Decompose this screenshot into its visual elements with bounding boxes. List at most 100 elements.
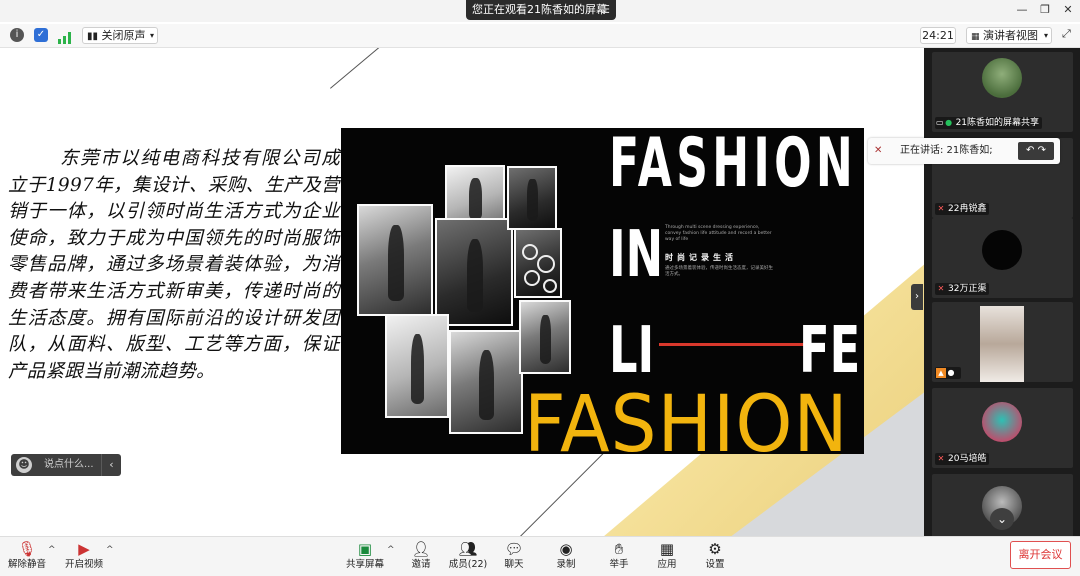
meeting-window: 您正在观看21陈香如的屏幕 ☰ — ❐ ✕ i ✓ ▮▮ 关闭原声 ▾ 24:2…	[0, 0, 1080, 576]
chat-button[interactable]: 💬︎ 聊天	[498, 540, 530, 576]
apps-button[interactable]: ▦ 应用	[651, 540, 683, 576]
original-sound-label: 关闭原声	[101, 29, 146, 42]
share-screen-label: 共享屏幕	[345, 559, 384, 570]
close-icon[interactable]: ✕	[1060, 3, 1076, 17]
participant-name: ✕ 22冉锐鑫	[935, 203, 990, 215]
invite-label: 邀请	[411, 559, 431, 570]
photo-woman-bag	[357, 204, 433, 316]
photo-headscarf	[435, 218, 513, 326]
apps-grid-icon: ▦	[659, 540, 675, 558]
add-user-icon: 👤︎	[411, 540, 431, 558]
slide-title-li: LI	[609, 314, 655, 388]
video-off-icon: ▶︎	[78, 540, 90, 558]
participant-name: ✕ 32万正渠	[935, 283, 990, 295]
participant-video	[980, 306, 1024, 382]
mic-on-icon: ●	[947, 368, 955, 377]
shield-icon[interactable]: ✓	[34, 28, 48, 42]
invite-button[interactable]: 👤︎ 邀请	[404, 540, 438, 576]
user-icon: ▲	[936, 368, 946, 378]
restore-icon[interactable]: ❐	[1037, 3, 1053, 17]
apps-label: 应用	[657, 559, 677, 570]
raise-hand-label: 举手	[609, 559, 629, 570]
leave-meeting-button[interactable]: 离开会议	[1010, 541, 1071, 569]
record-icon: ◉	[559, 540, 573, 558]
chevron-up-icon[interactable]: ^	[106, 545, 114, 555]
meeting-timer: 24:21	[920, 27, 956, 44]
view-label: 演讲者视图	[983, 29, 1039, 42]
decor-line	[330, 48, 454, 89]
participant-tile[interactable]: ✕ 32万正渠	[932, 218, 1073, 298]
hand-icon: ✋︎	[614, 540, 624, 558]
signal-icon[interactable]	[58, 29, 72, 44]
screen-share-icon: ▭	[936, 118, 944, 127]
slide-english-caption: Through multi scene dressing experience,…	[665, 225, 772, 242]
record-label: 录制	[556, 559, 576, 570]
slide-subtitle-caption: 通过多场景着装体验，传递时尚生活态度，记录美好生活方式。	[665, 266, 773, 277]
participant-tile[interactable]: ▭ ● 21陈香如的屏幕共享	[932, 52, 1073, 132]
mic-muted-icon: ✕	[874, 145, 883, 156]
slide-title-in: IN	[609, 218, 664, 292]
chevron-down-icon[interactable]: ⌄	[990, 508, 1014, 530]
gear-icon: ⚙︎	[708, 540, 722, 558]
menu-lines-icon[interactable]: ☰	[600, 0, 610, 20]
meeting-controls-bar: 🎙︎ 解除静音 ^ ▶︎ 开启视频 ^ ▣ 共享屏幕 ^ 👤︎ 邀请 👥︎ 成员…	[0, 536, 1080, 576]
settings-button[interactable]: ⚙︎ 设置	[699, 540, 731, 576]
photo-woman-sitting	[519, 300, 571, 374]
waveform-icon: ▮▮	[87, 31, 99, 42]
participant-gallery[interactable]: ▭ ● 21陈香如的屏幕共享 ✕ 22冉锐鑫 ✕ 32万正渠 ▲ ● ✕ 20马培皓	[924, 48, 1080, 554]
speaker-controls[interactable]: ↶ ↷	[1018, 142, 1054, 160]
chevron-down-icon[interactable]: ▾	[150, 28, 154, 43]
members-icon: 👥︎	[458, 540, 478, 558]
participant-tile[interactable]: ✕ 20马培皓	[932, 388, 1073, 468]
avatar	[982, 230, 1022, 270]
collapse-gallery-handle[interactable]: ›	[911, 284, 923, 310]
unmute-button[interactable]: 🎙︎ 解除静音	[6, 540, 48, 576]
info-icon[interactable]: i	[10, 28, 24, 42]
minimize-icon[interactable]: —	[1014, 3, 1030, 17]
participant-name: ▭ ● 21陈香如的屏幕共享	[935, 117, 1043, 129]
chat-label: 聊天	[504, 559, 524, 570]
start-video-label: 开启视频	[64, 559, 103, 570]
start-video-button[interactable]: ▶︎ 开启视频	[62, 540, 106, 576]
slide-subtitle: 时尚记录生活	[665, 253, 737, 262]
mic-muted-icon: ✕	[937, 454, 945, 463]
participant-name: ✕ 20马培皓	[935, 453, 990, 465]
speaking-indicator: ✕ 正在讲话: 21陈香如; ↶ ↷	[868, 138, 1060, 164]
slide-title-fashion: FASHION	[609, 128, 858, 203]
chevron-up-icon[interactable]: ^	[387, 545, 395, 555]
settings-label: 设置	[705, 559, 725, 570]
chat-icon: 💬︎	[504, 540, 524, 558]
chevron-left-icon[interactable]: ‹	[101, 454, 121, 476]
members-button[interactable]: 👥︎ 成员(22)	[448, 540, 488, 576]
company-intro-paragraph: 东莞市以纯电商科技有限公司成立于1997年，集设计、采购、生产及营销于一体，以引…	[8, 148, 340, 382]
mic-muted-icon: ✕	[937, 204, 945, 213]
photo-woman-white	[385, 314, 449, 418]
big-yellow-fashion: FASHION	[524, 380, 849, 470]
members-label: 成员(22)	[448, 559, 488, 570]
shared-screen: 东莞市以纯电商科技有限公司成立于1997年，集设计、采购、生产及营销于一体，以引…	[0, 48, 924, 536]
photo-street	[449, 330, 523, 434]
chat-placeholder[interactable]: 说点什么...	[44, 457, 94, 473]
chat-quick-input[interactable]: ☻ 说点什么... ‹	[11, 454, 121, 476]
speaking-label: 正在讲话: 21陈香如;	[900, 145, 993, 156]
share-screen-button[interactable]: ▣ 共享屏幕	[344, 540, 386, 576]
fullscreen-icon[interactable]: ⤢	[1062, 27, 1071, 41]
meeting-toolbar: i ✓ ▮▮ 关闭原声 ▾ 24:21 ▦ 演讲者视图 ▾ ⤢	[0, 24, 1080, 48]
mic-on-icon: ●	[945, 118, 953, 127]
participant-tile-video[interactable]: ▲ ●	[932, 302, 1073, 382]
original-sound-toggle[interactable]: ▮▮ 关闭原声 ▾	[82, 27, 158, 44]
record-button[interactable]: ◉ 录制	[550, 540, 582, 576]
avatar	[982, 402, 1022, 442]
participant-name: ▲ ●	[935, 367, 961, 379]
chevron-down-icon[interactable]: ▾	[1044, 28, 1048, 43]
mic-muted-icon: 🎙︎	[17, 540, 37, 558]
unmute-label: 解除静音	[7, 559, 46, 570]
screen-share-banner[interactable]: 您正在观看21陈香如的屏幕 ☰	[466, 0, 616, 20]
slide-title-fe: FE	[799, 314, 861, 388]
raise-hand-button[interactable]: ✋︎ 举手	[603, 540, 635, 576]
chevron-up-icon[interactable]: ^	[48, 545, 56, 555]
share-banner-text: 您正在观看21陈香如的屏幕	[472, 3, 607, 16]
emoji-icon[interactable]: ☻	[16, 457, 32, 473]
avatar	[982, 58, 1022, 98]
speaker-view-toggle[interactable]: ▦ 演讲者视图 ▾	[966, 27, 1052, 44]
